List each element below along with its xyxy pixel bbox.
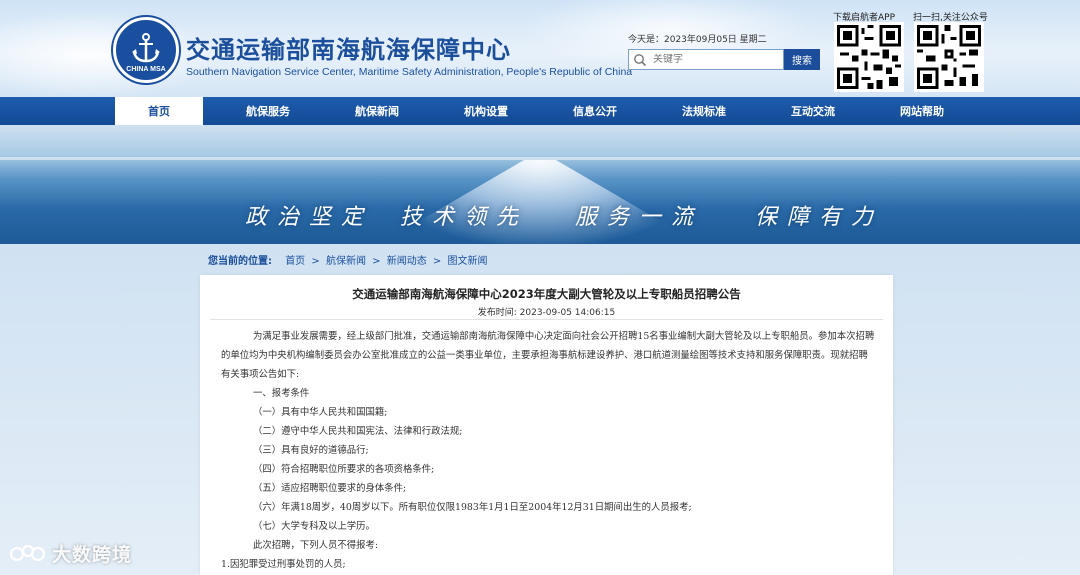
- banner-slogan: 保障有力: [755, 205, 884, 230]
- nav-item-help[interactable]: 网站帮助: [878, 97, 966, 125]
- logo-text: CHINA MSA: [126, 65, 166, 73]
- app-qr-code: [834, 22, 904, 92]
- article-list-item: （三）具有良好的道德品行;: [253, 445, 369, 456]
- nav-item-navigation-services[interactable]: 航保服务: [224, 97, 312, 125]
- qr-code-icon: [917, 25, 981, 89]
- nav-item-news[interactable]: 航保新闻: [333, 97, 421, 125]
- watermark-logo-icon: [9, 544, 46, 561]
- wechat-qr-code: [914, 22, 984, 92]
- breadcrumb-item-news-updates[interactable]: 新闻动态: [387, 256, 427, 267]
- banner-slogan: 技术领先: [400, 205, 529, 230]
- article-list-item: （六）年满18周岁，40周岁以下。所有职位仅限1983年1月1日至2004年12…: [253, 502, 692, 513]
- breadcrumb: 您当前的位置: 首页 > 航保新闻 > 新闻动态 > 图文新闻: [208, 252, 487, 267]
- nav-item-info-disclosure[interactable]: 信息公开: [551, 97, 639, 125]
- search-button[interactable]: 搜索: [784, 49, 820, 70]
- article-list-item: （一）具有中华人民共和国国籍;: [253, 407, 388, 418]
- article-publish-time: 发布时间: 2023-09-05 14:06:15: [477, 308, 616, 318]
- msa-logo[interactable]: CHINA MSA: [113, 17, 179, 83]
- qr-code-icon: [837, 25, 901, 89]
- article-paragraph: 此次招聘，下列人员不得报考:: [253, 540, 379, 551]
- hero-banner: 政治坚定 技术领先 服务一流 保障有力: [0, 125, 1080, 244]
- banner-slogan: 服务一流: [575, 205, 704, 230]
- article-list-item: 1.因犯罪受过刑事处罚的人员;: [221, 559, 346, 570]
- article-list-item: （七）大学专科及以上学历。: [253, 521, 375, 532]
- nav-item-organization[interactable]: 机构设置: [442, 97, 530, 125]
- site-title[interactable]: 交通运输部南海航海保障中心: [186, 30, 511, 65]
- breadcrumb-separator: >: [372, 256, 381, 267]
- anchor-icon: [132, 32, 160, 62]
- watermark: 大数跨境: [8, 540, 132, 567]
- breadcrumb-item-home[interactable]: 首页: [285, 256, 305, 267]
- article-list-item: （四）符合招聘职位所要求的各项资格条件;: [253, 464, 435, 475]
- nav-item-regulations[interactable]: 法规标准: [660, 97, 748, 125]
- site-header: CHINA MSA 交通运输部南海航海保障中心 Southern Navigat…: [0, 0, 1080, 97]
- article-list-item: （五）适应招聘职位要求的身体条件;: [253, 483, 407, 494]
- banner-slogan: 政治坚定: [245, 205, 374, 230]
- breadcrumb-label: 您当前的位置:: [208, 256, 272, 267]
- banner-horizon: [0, 157, 1080, 160]
- article-body: 为满足事业发展需要，经上级部门批准，交通运输部南海航海保障中心决定面向社会公开招…: [221, 327, 876, 574]
- article-paragraph: 为满足事业发展需要，经上级部门批准，交通运输部南海航海保障中心决定面向社会公开招…: [221, 331, 875, 380]
- breadcrumb-item-photo-news[interactable]: 图文新闻: [447, 256, 487, 267]
- watermark-text: 大数跨境: [52, 544, 133, 566]
- article-list-item: （二）遵守中华人民共和国宪法、法律和行政法规;: [253, 426, 463, 437]
- breadcrumb-separator: >: [311, 256, 320, 267]
- search-icon: [634, 53, 647, 66]
- search-input[interactable]: [653, 54, 773, 65]
- nav-item-interaction[interactable]: 互动交流: [769, 97, 857, 125]
- article-panel: 交通运输部南海航海保障中心2023年度大副大管轮及以上专职船员招聘公告 发布时间…: [200, 275, 893, 575]
- date-display: 今天是：2023年09月05日 星期二: [628, 35, 767, 45]
- search-box[interactable]: [628, 49, 784, 70]
- nav-item-home[interactable]: 首页: [115, 97, 203, 125]
- article-title: 交通运输部南海航海保障中心2023年度大副大管轮及以上专职船员招聘公告: [352, 287, 741, 301]
- breadcrumb-separator: >: [432, 256, 442, 267]
- article-section-heading: 一、报考条件: [253, 388, 310, 399]
- main-nav: 首页 航保服务 航保新闻 机构设置 信息公开 法规标准 互动交流 网站帮助: [0, 97, 1080, 125]
- site-subtitle: Southern Navigation Service Center, Mari…: [186, 66, 633, 78]
- article-divider: [210, 319, 883, 320]
- breadcrumb-item-news[interactable]: 航保新闻: [326, 256, 366, 267]
